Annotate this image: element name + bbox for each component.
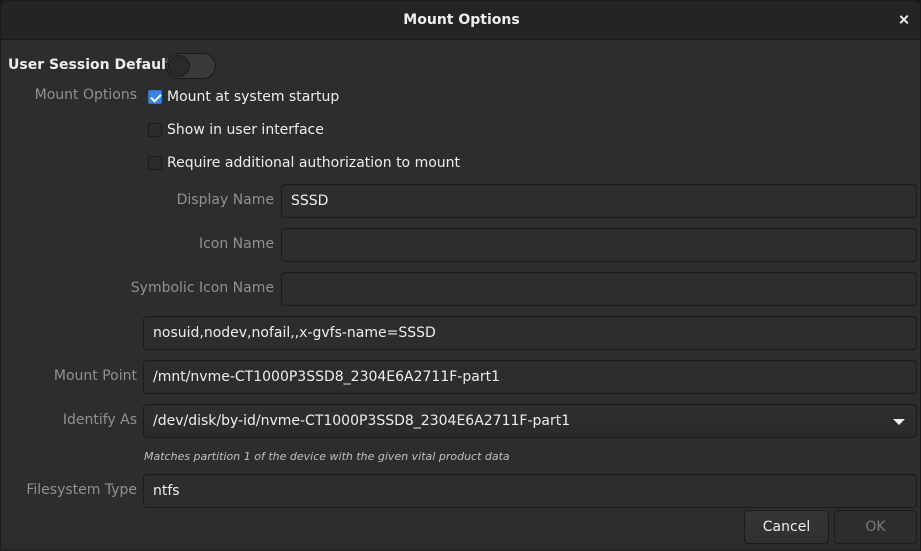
require-auth-option[interactable]: Require additional authorization to moun…: [148, 155, 460, 171]
require-auth-checkbox[interactable]: [148, 156, 162, 170]
mount-options-label: Mount Options: [34, 87, 137, 103]
chevron-down-icon: [893, 419, 905, 425]
titlebar: Mount Options: [1, 1, 920, 40]
mount-point-label: Mount Point: [53, 368, 137, 384]
display-name-label: Display Name: [176, 192, 274, 208]
identify-as-selected: /dev/disk/by-id/nvme-CT1000P3SSD8_2304E6…: [153, 413, 571, 429]
mount-options-dialog: Mount Options User Session Defaults Moun…: [0, 0, 921, 551]
mount-at-startup-label: Mount at system startup: [167, 89, 340, 105]
identify-as-dropdown[interactable]: /dev/disk/by-id/nvme-CT1000P3SSD8_2304E6…: [143, 404, 917, 438]
filesystem-type-field[interactable]: ntfs: [143, 474, 917, 508]
mount-options-string-field[interactable]: nosuid,nodev,nofail,,x-gvfs-name=SSSD: [143, 316, 917, 350]
display-name-field[interactable]: SSSD: [281, 184, 917, 218]
show-in-ui-checkbox[interactable]: [148, 123, 162, 137]
user-session-defaults-switch[interactable]: [166, 53, 216, 79]
switch-knob: [168, 55, 190, 77]
symbolic-icon-name-label: Symbolic Icon Name: [130, 280, 274, 296]
dialog-title: Mount Options: [403, 12, 520, 28]
ok-button[interactable]: OK: [834, 510, 917, 544]
require-auth-label: Require additional authorization to moun…: [167, 155, 461, 171]
filesystem-type-label: Filesystem Type: [26, 482, 137, 498]
identify-as-label: Identify As: [62, 412, 137, 428]
icon-name-field[interactable]: [281, 228, 917, 262]
cancel-button[interactable]: Cancel: [744, 510, 829, 544]
mount-point-field[interactable]: /mnt/nvme-CT1000P3SSD8_2304E6A2711F-part…: [143, 360, 917, 394]
identify-as-hint: Matches partition 1 of the device with t…: [144, 450, 510, 463]
close-icon[interactable]: [896, 12, 912, 28]
icon-name-label: Icon Name: [198, 236, 274, 252]
show-in-ui-label: Show in user interface: [167, 122, 324, 138]
symbolic-icon-name-field[interactable]: [281, 272, 917, 306]
user-session-defaults-label: User Session Defaults: [8, 57, 181, 73]
show-in-ui-option[interactable]: Show in user interface: [148, 122, 324, 138]
mount-at-startup-option[interactable]: Mount at system startup: [148, 89, 339, 105]
mount-at-startup-checkbox[interactable]: [148, 90, 162, 104]
